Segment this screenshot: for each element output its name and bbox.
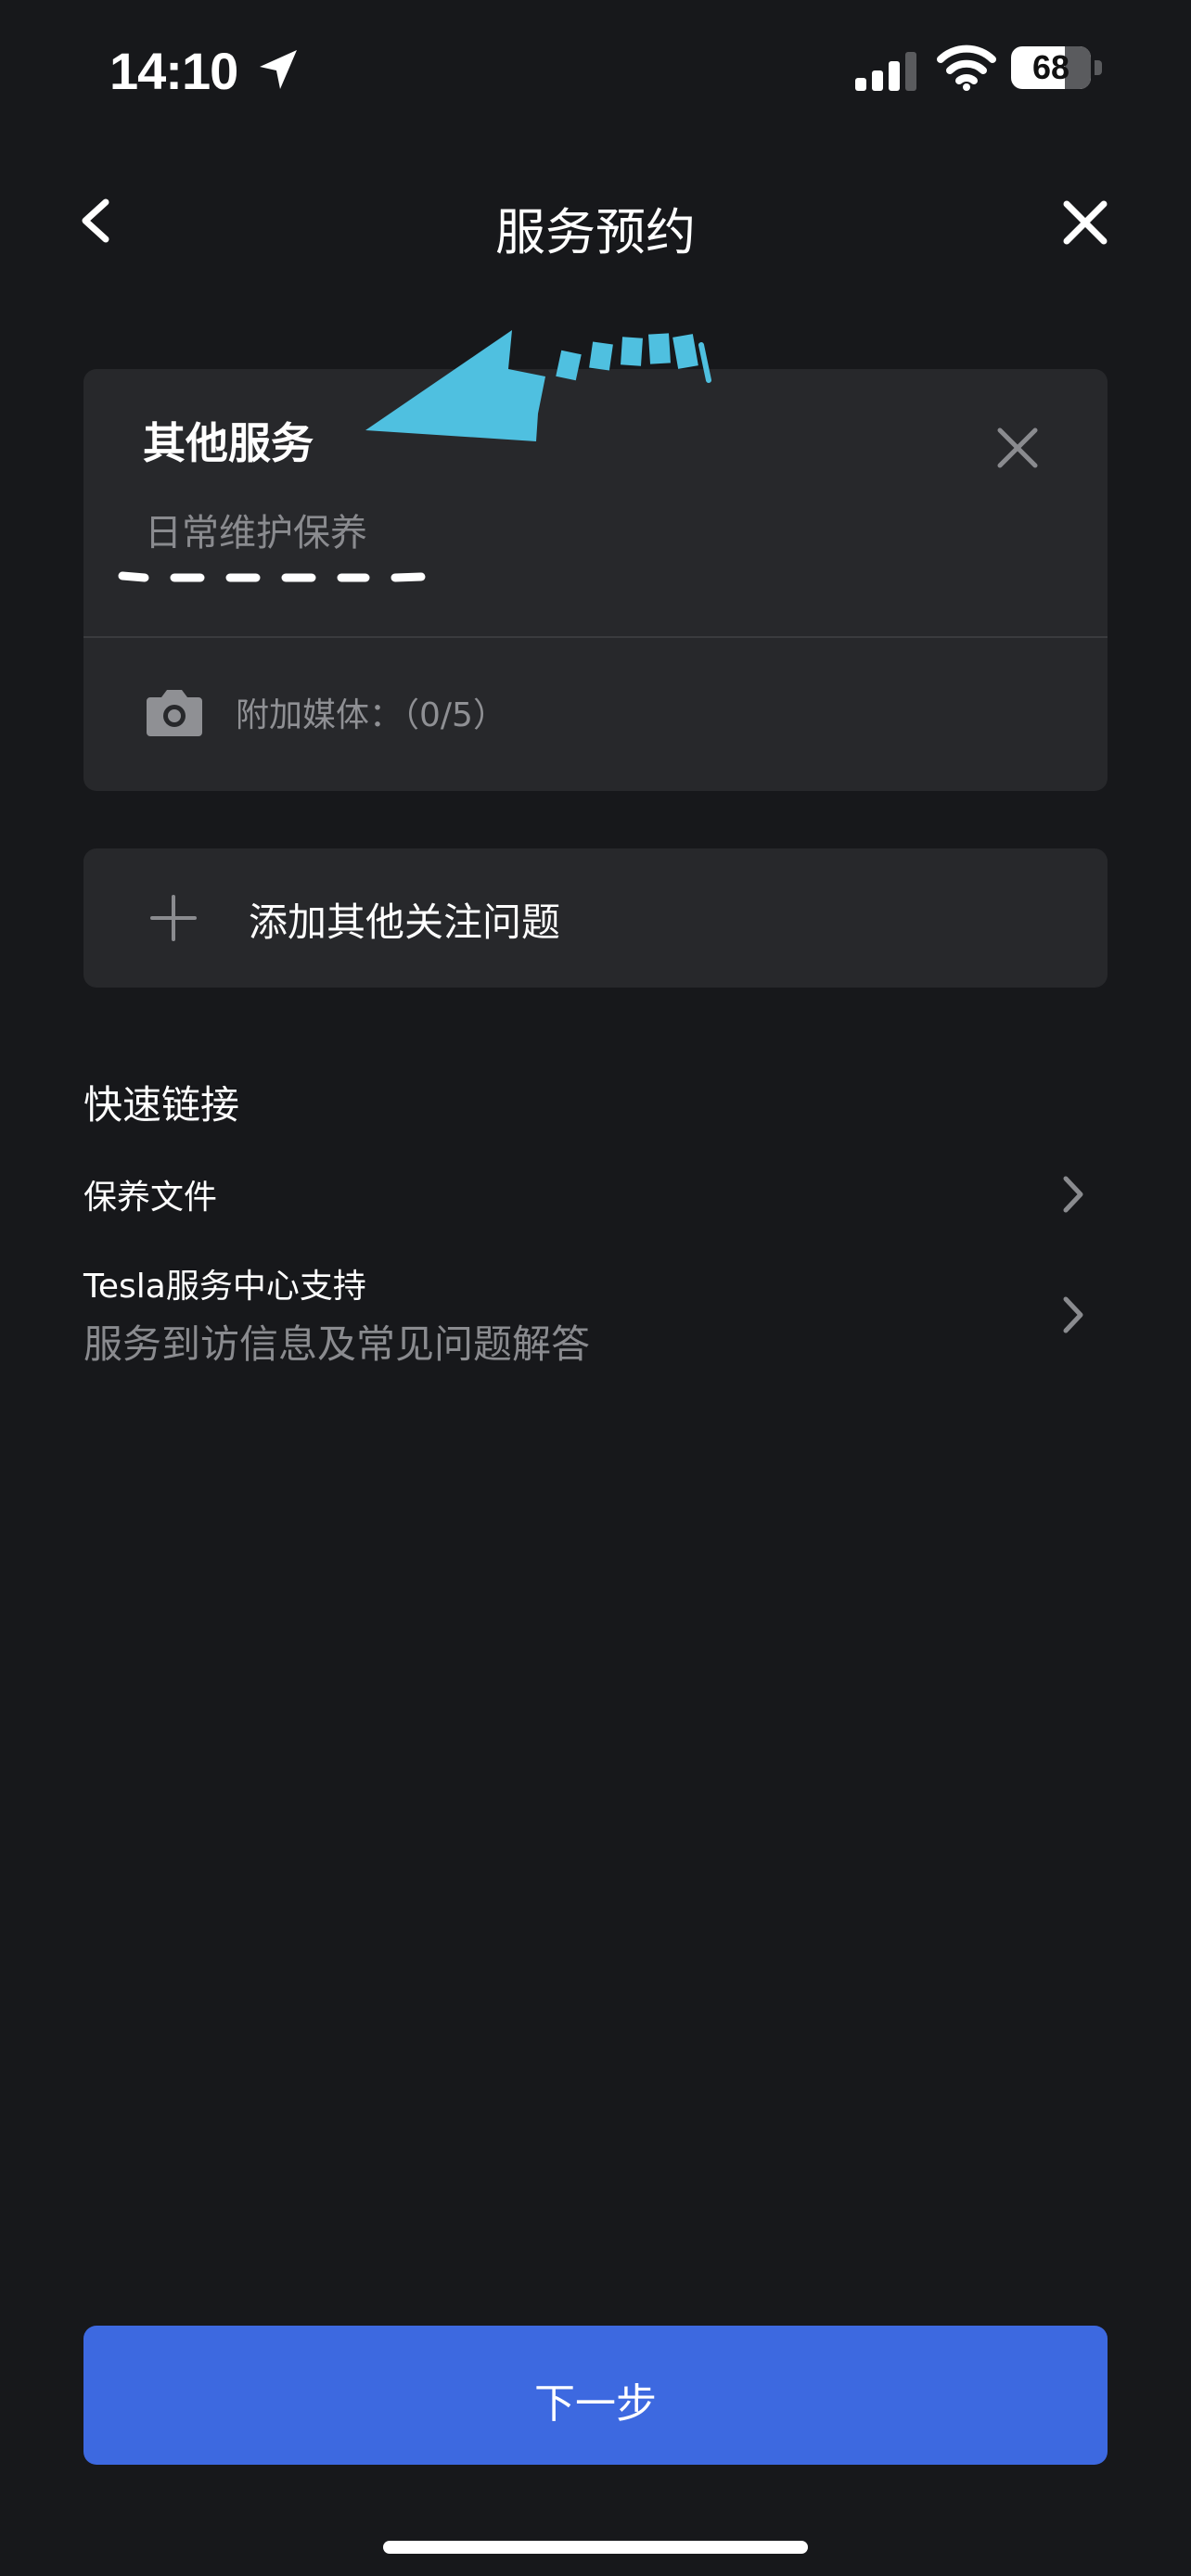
link-sublabel: 服务到访信息及常见问题解答 [83,1321,591,1367]
battery-level: 68 [1031,48,1070,86]
add-issue-button[interactable]: 添加其他关注问题 [83,848,1108,988]
add-issue-label: 添加其他关注问题 [249,899,561,945]
service-title: 其他服务 [143,418,314,468]
annotation-arrow-icon [365,330,711,441]
quick-links-title: 快速链接 [83,1082,240,1128]
next-button[interactable]: 下一步 [83,2326,1108,2465]
remove-service-button[interactable] [994,425,1041,471]
status-time: 14:10 [109,42,238,100]
plus-icon [150,895,197,941]
close-button[interactable] [1059,197,1111,249]
annotation-dash-underline [118,571,426,582]
attach-media-button[interactable]: 附加媒体：（0/5） [83,638,1108,791]
chevron-right-icon [1063,1296,1083,1333]
location-arrow-icon [260,50,297,89]
wifi-icon [937,45,996,91]
link-label: Tesla服务中心支持 [83,1268,366,1306]
page-title: 服务预约 [495,203,696,261]
cellular-signal-icon [855,52,916,91]
next-button-label: 下一步 [534,2380,657,2428]
media-label: 附加媒体：（0/5） [236,696,506,734]
link-maintenance-docs[interactable]: 保养文件 [83,1150,1108,1233]
home-indicator [383,2541,808,2554]
service-subtitle: 日常维护保养 [145,512,367,555]
link-label: 保养文件 [83,1179,218,1217]
link-service-center-support[interactable]: Tesla服务中心支持 服务到访信息及常见问题解答 [83,1252,1108,1372]
battery-indicator: 68 [1011,46,1104,91]
chevron-right-icon [1063,1176,1083,1213]
camera-icon [147,690,202,736]
